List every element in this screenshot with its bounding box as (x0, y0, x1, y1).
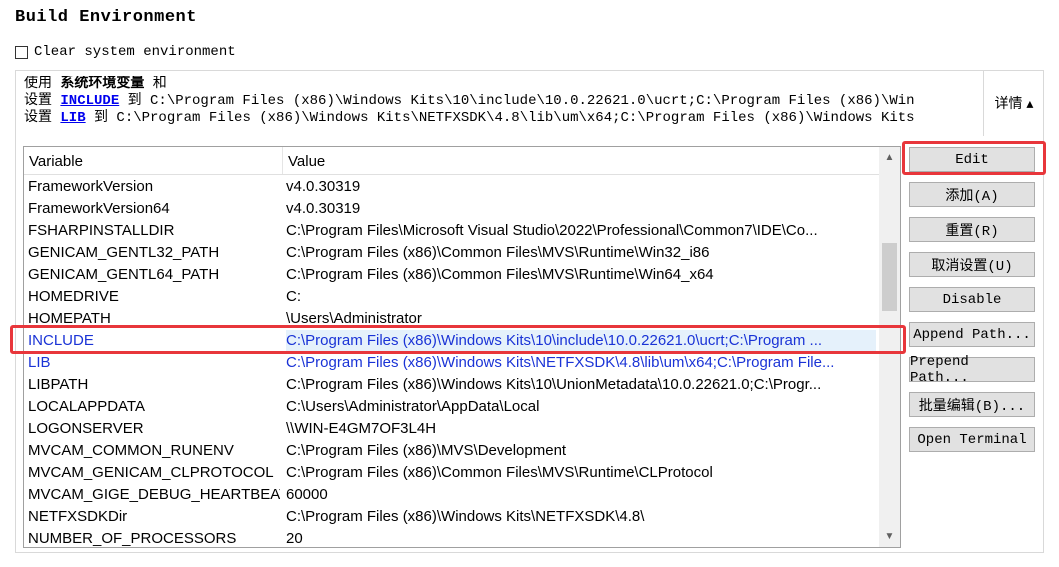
variable-name-cell: LOCALAPPDATA (28, 398, 145, 415)
details-toggle-button[interactable]: 详情 ▴ (983, 70, 1044, 136)
table-row[interactable]: HOMEPATH \Users\Administrator (24, 308, 879, 330)
variable-name-cell: NUMBER_OF_PROCESSORS (28, 530, 237, 547)
lib-link[interactable]: LIB (60, 110, 85, 126)
table-row[interactable]: LIB C:\Program Files (x86)\Windows Kits\N… (24, 352, 879, 374)
variable-value-cell: C:\Program Files\Microsoft Visual Studio… (286, 222, 818, 239)
variable-value-cell: C:\Program Files (x86)\Common Files\MVS\… (286, 244, 710, 261)
variable-value-cell: \\WIN-E4GM7OF3L4H (286, 420, 437, 437)
add-button[interactable]: 添加(A) (909, 182, 1035, 207)
variable-value-cell: C:\Users\Administrator\AppData\Local (286, 398, 540, 415)
column-header-value[interactable]: Value (288, 153, 325, 170)
scroll-thumb[interactable] (882, 243, 897, 311)
table-row[interactable]: NUMBER_OF_PROCESSORS 20 (24, 528, 879, 547)
table-body: FrameworkVersion v4.0.30319 FrameworkVersi… (24, 176, 879, 547)
variable-value-cell: C:\Program Files (x86)\Windows Kits\NETF… (286, 508, 645, 525)
summary-line-3: 设置 LIB 到 C:\Program Files (x86)\Windows … (24, 110, 915, 126)
table-row[interactable]: NETFXSDKDir C:\Program Files (x86)\Window… (24, 506, 879, 528)
clear-env-checkbox[interactable] (15, 45, 28, 59)
section-title: Build Environment (15, 8, 197, 27)
column-header-variable[interactable]: Variable (29, 153, 83, 170)
table-row[interactable]: FrameworkVersion64 v4.0.30319 (24, 198, 879, 220)
variable-value-cell: 20 (286, 530, 303, 547)
variable-name-cell: FrameworkVersion (28, 178, 154, 195)
variable-name-cell: MVCAM_COMMON_RUNENV (28, 442, 234, 459)
variable-value-cell: v4.0.30319 (286, 178, 361, 195)
column-divider[interactable] (282, 147, 283, 174)
variable-name-cell: MVCAM_GIGE_DEBUG_HEARTBEAT (28, 486, 280, 503)
scroll-down-icon[interactable]: ▼ (879, 526, 900, 547)
variable-value-cell: \Users\Administrator (286, 310, 422, 327)
table-row[interactable]: GENICAM_GENTL64_PATH C:\Program Files (x8… (24, 264, 879, 286)
env-summary: 使用 系统环境变量 和 设置 INCLUDE 到 C:\Program File… (24, 76, 979, 127)
variable-name-cell: MVCAM_GENICAM_CLPROTOCOL (28, 464, 274, 481)
batch-edit-button[interactable]: 批量编辑(B)... (909, 392, 1035, 417)
variable-name-cell: INCLUDE (28, 332, 94, 349)
append-path-button[interactable]: Append Path... (909, 322, 1035, 347)
variable-value-cell: C:\Program Files (x86)\Windows Kits\NETF… (286, 354, 835, 371)
open-terminal-button[interactable]: Open Terminal (909, 427, 1035, 452)
reset-button[interactable]: 重置(R) (909, 217, 1035, 242)
scroll-up-icon[interactable]: ▲ (879, 147, 900, 168)
variable-name-cell: HOMEPATH (28, 310, 111, 327)
table-row[interactable]: HOMEDRIVE C: (24, 286, 879, 308)
variable-name-cell: GENICAM_GENTL64_PATH (28, 266, 220, 283)
table-header: Variable Value (24, 147, 879, 175)
prepend-path-button[interactable]: Prepend Path... (909, 354, 1035, 386)
include-link[interactable]: INCLUDE (60, 93, 119, 109)
variable-value-cell: v4.0.30319 (286, 200, 361, 217)
variable-name-cell: LIB (28, 354, 51, 371)
clear-env-checkbox-row[interactable]: Clear system environment (15, 44, 236, 60)
variable-name-cell: GENICAM_GENTL32_PATH (28, 244, 220, 261)
vertical-scrollbar[interactable]: ▲ ▼ (879, 147, 900, 547)
variable-name-cell: LOGONSERVER (28, 420, 144, 437)
table-row[interactable]: LOCALAPPDATA C:\Users\Administrator\AppDa… (24, 396, 879, 418)
variable-value-cell: 60000 (286, 486, 328, 503)
variable-name-cell: NETFXSDKDir (28, 508, 128, 525)
variable-name-cell: FrameworkVersion64 (28, 200, 170, 217)
table-row[interactable]: LIBPATH C:\Program Files (x86)\Windows Ki… (24, 374, 879, 396)
edit-button[interactable]: Edit (909, 147, 1035, 172)
table-row[interactable]: INCLUDE C:\Program Files (x86)\Windows Ki… (24, 330, 879, 352)
variable-value-cell: C:\Program Files (x86)\MVS\Development (286, 442, 567, 459)
table-row[interactable]: MVCAM_GENICAM_CLPROTOCOL C:\Program Files… (24, 462, 879, 484)
variable-name-cell: FSHARPINSTALLDIR (28, 222, 175, 239)
table-row[interactable]: FSHARPINSTALLDIR C:\Program Files\Microso… (24, 220, 879, 242)
summary-line-1: 使用 系统环境变量 和 (24, 76, 167, 92)
variable-value-cell: C:\Program Files (x86)\Windows Kits\10\U… (286, 376, 822, 393)
variable-name-cell: HOMEDRIVE (28, 288, 119, 305)
variable-name-cell: LIBPATH (28, 376, 89, 393)
table-row[interactable]: GENICAM_GENTL32_PATH C:\Program Files (x8… (24, 242, 879, 264)
variable-value-cell: C:\Program Files (x86)\Common Files\MVS\… (286, 266, 714, 283)
table-row[interactable]: MVCAM_COMMON_RUNENV C:\Program Files (x86… (24, 440, 879, 462)
variable-value-cell: C:\Program Files (x86)\Windows Kits\10\i… (286, 330, 876, 352)
env-variable-table: Variable Value FrameworkVersion v4.0.3031… (23, 146, 901, 548)
variable-value-cell: C:\Program Files (x86)\Common Files\MVS\… (286, 464, 713, 481)
table-row[interactable]: FrameworkVersion v4.0.30319 (24, 176, 879, 198)
unset-button[interactable]: 取消设置(U) (909, 252, 1035, 277)
clear-env-label: Clear system environment (34, 44, 236, 60)
summary-line-2: 设置 INCLUDE 到 C:\Program Files (x86)\Wind… (24, 93, 915, 109)
table-row[interactable]: MVCAM_GIGE_DEBUG_HEARTBEAT 60000 (24, 484, 879, 506)
disable-button[interactable]: Disable (909, 287, 1035, 312)
variable-value-cell: C: (286, 288, 301, 305)
table-row[interactable]: LOGONSERVER \\WIN-E4GM7OF3L4H (24, 418, 879, 440)
